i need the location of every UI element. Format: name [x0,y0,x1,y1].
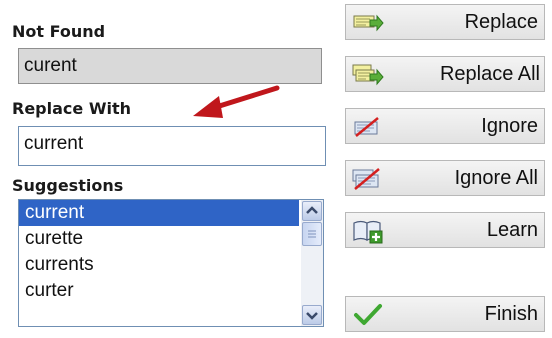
suggestion-item-curter[interactable]: curter [19,278,299,304]
replace-with-input[interactable]: current [18,126,326,166]
replace-button[interactable]: Replace [345,4,545,40]
suggestion-item-curette[interactable]: curette [19,226,299,252]
grip-icon [308,230,316,238]
not-found-value: curent [18,48,322,84]
suggestion-item-current[interactable]: current [19,200,299,226]
not-found-label: Not Found [12,22,106,41]
replace-with-label: Replace With [12,99,131,118]
ignore-icon [354,117,379,137]
ignore-all-button[interactable]: Ignore All [345,160,545,196]
learn-button[interactable]: Learn [345,212,545,248]
suggestions-list[interactable]: current curette currents curter [18,199,324,327]
ignore-all-icon [352,168,380,190]
ignore-button-label: Ignore [481,115,538,137]
learn-book-icon [353,220,383,244]
annotation-arrow-icon [193,85,280,118]
replace-button-label: Replace [464,11,538,33]
ignore-all-button-label: Ignore All [454,167,538,189]
finish-button[interactable]: Finish [345,296,545,332]
suggestions-scrollbar[interactable] [301,200,323,326]
scroll-up-button[interactable] [302,201,322,221]
scroll-thumb[interactable] [302,222,322,246]
replace-icon [353,14,384,32]
chevron-up-icon [306,206,318,214]
replace-all-icon [352,64,384,86]
checkmark-icon [354,304,382,325]
suggestion-item-currents[interactable]: currents [19,252,299,278]
suggestions-label: Suggestions [12,176,124,195]
replace-all-button-label: Replace All [439,63,540,85]
learn-button-label: Learn [486,219,538,241]
chevron-down-icon [306,312,318,320]
ignore-button[interactable]: Ignore [345,108,545,144]
replace-all-button[interactable]: Replace All [345,56,545,92]
scroll-down-button[interactable] [302,305,322,325]
finish-button-label: Finish [484,303,538,325]
